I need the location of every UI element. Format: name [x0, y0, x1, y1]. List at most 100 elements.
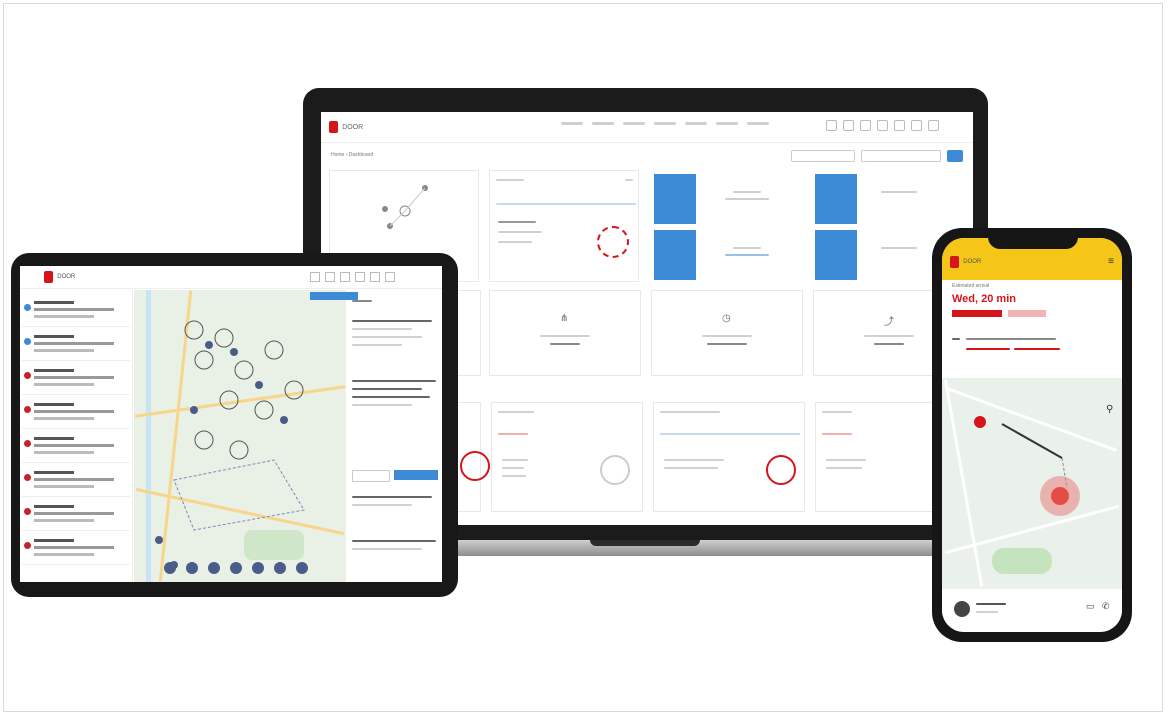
user-location-icon: ⚲: [1106, 404, 1114, 415]
donut-chart: [460, 451, 490, 481]
tablet-topbar: DOOR: [20, 266, 442, 289]
filter-button[interactable]: [947, 150, 963, 162]
address-link[interactable]: [966, 348, 1010, 350]
list-item[interactable]: [22, 296, 130, 327]
donut-chart: [600, 455, 630, 485]
toolbar-icon[interactable]: [911, 120, 922, 131]
avatar: [954, 601, 970, 617]
metric-label: [725, 198, 769, 200]
phone-app-name: DOOR: [963, 259, 982, 265]
nav-item[interactable]: [561, 122, 583, 125]
job-detail-panel: [348, 290, 442, 582]
list-item[interactable]: [22, 534, 130, 565]
nav-item[interactable]: [747, 122, 769, 125]
detail-text: [352, 344, 402, 346]
chart-card[interactable]: [491, 402, 643, 512]
list-item[interactable]: [22, 432, 130, 463]
detail-text: [352, 336, 422, 338]
toolbar-icon[interactable]: [340, 272, 350, 282]
card-title: [496, 179, 524, 181]
metric-tile-icon[interactable]: [654, 230, 696, 280]
map-pin-icon[interactable]: [164, 562, 176, 574]
card-progress: [822, 433, 852, 435]
tablet-logo[interactable]: DOOR: [44, 271, 75, 283]
card-title: [498, 411, 534, 413]
stat-label: [702, 335, 752, 337]
status-card[interactable]: [489, 170, 639, 282]
toolbar-icon[interactable]: [877, 120, 888, 131]
tracking-map[interactable]: ⚲: [942, 378, 1122, 588]
dispatch-map[interactable]: [134, 290, 346, 582]
metric-tile-icon[interactable]: [815, 174, 857, 224]
toolbar-icon[interactable]: [325, 272, 335, 282]
logo-icon: [950, 256, 959, 268]
job-list: [20, 290, 133, 582]
menu-icon[interactable]: ≡: [1108, 256, 1114, 267]
laptop-nav-menu[interactable]: [561, 122, 769, 125]
map-pin-icon[interactable]: [186, 562, 198, 574]
laptop-hinge-notch: [590, 540, 700, 546]
stat-value: [707, 343, 747, 345]
nav-item[interactable]: [623, 122, 645, 125]
metric-tile-icon[interactable]: [815, 230, 857, 280]
nav-item[interactable]: [685, 122, 707, 125]
list-item[interactable]: [22, 364, 130, 395]
nav-item[interactable]: [592, 122, 614, 125]
list-item[interactable]: [22, 330, 130, 361]
address-link[interactable]: [1014, 348, 1060, 350]
date-filter[interactable]: [791, 150, 855, 162]
toolbar-icon[interactable]: [928, 120, 939, 131]
toolbar-icon[interactable]: [370, 272, 380, 282]
card-legend: [502, 467, 524, 469]
stat-label: [864, 335, 914, 337]
map-pin-icon[interactable]: [252, 562, 264, 574]
confirm-button[interactable]: [394, 470, 438, 480]
detail-text: [352, 540, 436, 542]
toolbar-icon[interactable]: [860, 120, 871, 131]
laptop-logo[interactable]: DOOR: [329, 121, 363, 133]
card-legend: [498, 221, 536, 223]
card-more[interactable]: [625, 179, 633, 181]
share-icon: ⋔: [560, 313, 569, 324]
address-text: [966, 338, 1056, 340]
card-progress: [660, 433, 800, 435]
card-legend: [664, 467, 718, 469]
map-pin-icon[interactable]: [274, 562, 286, 574]
driver-info-bar: ▭ ✆: [942, 588, 1122, 632]
eta-value: Wed, 20 min: [952, 293, 1016, 305]
toolbar-icon[interactable]: [385, 272, 395, 282]
metric-tile-icon[interactable]: [654, 174, 696, 224]
map-pin-icon[interactable]: [230, 562, 242, 574]
detail-text: [352, 496, 432, 498]
eta-heading: Estimated arrival: [952, 283, 990, 289]
toolbar-icon[interactable]: [355, 272, 365, 282]
card-progress: [498, 433, 528, 435]
tablet-app-name: DOOR: [57, 274, 76, 280]
toolbar-icon[interactable]: [826, 120, 837, 131]
nav-item[interactable]: [716, 122, 738, 125]
phone-logo[interactable]: DOOR: [950, 256, 981, 268]
phone-icon[interactable]: ✆: [1102, 601, 1110, 612]
card-legend: [498, 241, 532, 243]
list-item[interactable]: [22, 500, 130, 531]
toolbar-icon[interactable]: [310, 272, 320, 282]
detail-text: [352, 320, 432, 322]
toolbar-icon[interactable]: [843, 120, 854, 131]
map-pin-icon[interactable]: [296, 562, 308, 574]
card-legend: [502, 459, 528, 461]
nav-item[interactable]: [654, 122, 676, 125]
cancel-button[interactable]: [352, 470, 390, 482]
chart-card[interactable]: [653, 402, 805, 512]
map-pin-icon[interactable]: [208, 562, 220, 574]
detail-text: [352, 388, 422, 390]
range-filter[interactable]: [861, 150, 941, 162]
detail-text: [352, 396, 430, 398]
stat-value: [874, 343, 904, 345]
chat-icon[interactable]: ▭: [1086, 601, 1095, 612]
list-item[interactable]: [22, 466, 130, 497]
breadcrumb: Home › Dashboard: [331, 152, 374, 158]
toolbar-icon[interactable]: [894, 120, 905, 131]
list-item[interactable]: [22, 398, 130, 429]
stat-card[interactable]: ⋔: [489, 290, 641, 376]
stat-card[interactable]: ◷: [651, 290, 803, 376]
